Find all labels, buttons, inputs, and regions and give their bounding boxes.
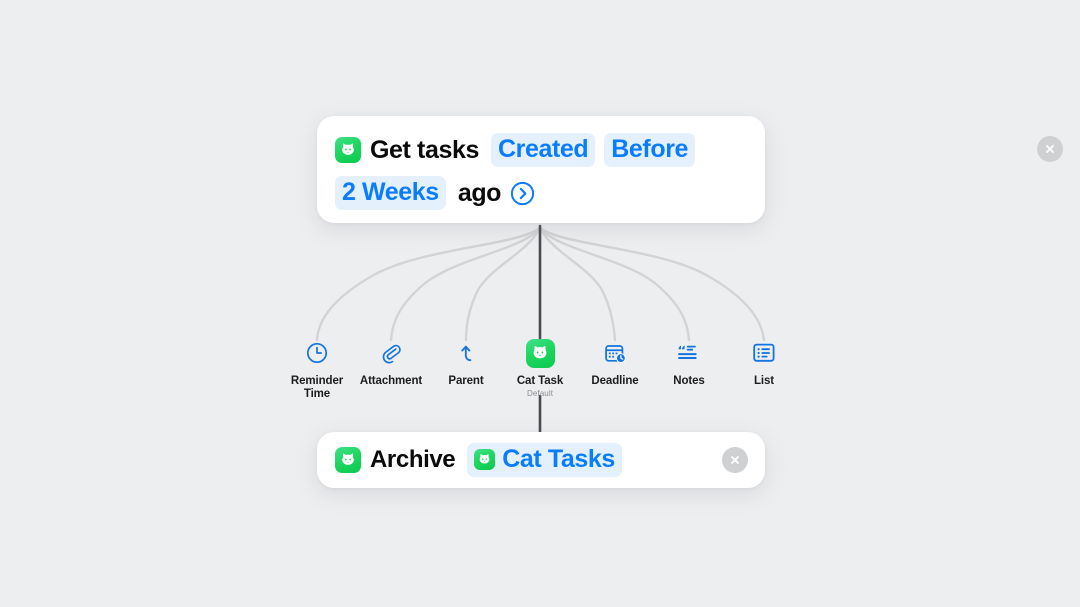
shortcut-flow-canvas: Get tasks Created Before 2 Weeks ago Rem…: [0, 0, 1080, 607]
list-icon: [722, 338, 806, 368]
parameter-token-two-weeks[interactable]: 2 Weeks: [335, 176, 446, 210]
action-line-1: Archive Cat Tasks: [335, 441, 622, 479]
close-icon[interactable]: [722, 447, 748, 473]
variable-item-parent[interactable]: Parent: [424, 338, 508, 388]
variable-item-notes[interactable]: Notes: [647, 338, 731, 388]
variable-label: Cat Task: [516, 375, 564, 387]
variable-sublabel: Default: [526, 389, 554, 398]
action-title: Archive: [370, 446, 456, 473]
close-icon[interactable]: [1037, 136, 1063, 162]
cat-app-icon: [498, 338, 582, 368]
parameter-token-before[interactable]: Before: [604, 133, 696, 167]
variable-label-line2: Time: [303, 388, 331, 400]
variable-label: List: [753, 375, 775, 387]
parameter-token-created[interactable]: Created: [490, 133, 596, 167]
action-text-ago: ago: [457, 178, 502, 207]
action-line-1: Get tasks Created Before: [335, 131, 747, 169]
cat-app-icon-small: [474, 449, 496, 470]
action-card-archive[interactable]: Archive Cat Tasks: [317, 432, 765, 488]
variable-label: Parent: [448, 375, 484, 387]
variable-item-reminder-time[interactable]: Reminder Time: [275, 338, 359, 401]
variable-label: Deadline: [591, 375, 639, 387]
parameter-token-cat-tasks[interactable]: Cat Tasks: [467, 443, 622, 477]
arrow-up-icon: [424, 338, 508, 368]
action-card-get-tasks[interactable]: Get tasks Created Before 2 Weeks ago: [317, 116, 765, 223]
clock-icon: [275, 338, 359, 368]
variable-item-deadline[interactable]: Deadline: [573, 338, 657, 388]
calendar-clock-icon: [573, 338, 657, 368]
connector-lines: [315, 224, 766, 436]
variable-label-line1: Reminder: [290, 375, 344, 387]
cat-app-icon: [335, 137, 361, 163]
chevron-right-circle-icon[interactable]: [510, 181, 535, 206]
cat-app-icon: [335, 447, 361, 473]
variable-label: Notes: [673, 375, 705, 387]
variable-label: Attachment: [359, 375, 423, 387]
variable-item-cat-task[interactable]: Cat Task Default: [498, 338, 582, 398]
action-title: Get tasks: [370, 135, 479, 164]
variable-item-list[interactable]: List: [722, 338, 806, 388]
variable-label: Reminder Time: [275, 375, 359, 401]
quote-notes-icon: [647, 338, 731, 368]
variable-picker-row: Reminder Time Attachment Parent Cat Task…: [279, 338, 801, 406]
cat-app-icon-tile: [525, 338, 555, 368]
variable-item-attachment[interactable]: Attachment: [349, 338, 433, 388]
action-line-2: 2 Weeks ago: [335, 174, 747, 212]
paperclip-icon: [349, 338, 433, 368]
parameter-token-label: Cat Tasks: [502, 445, 615, 473]
